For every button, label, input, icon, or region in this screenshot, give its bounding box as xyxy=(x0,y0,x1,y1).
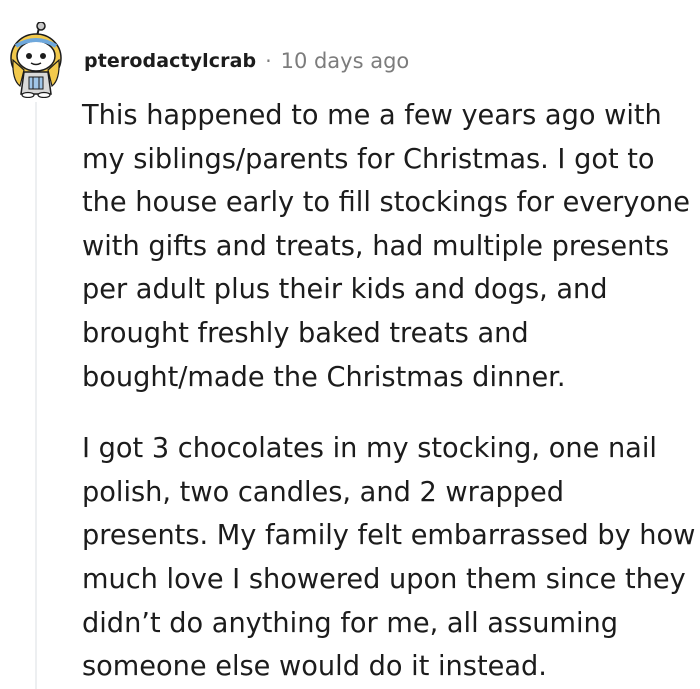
comment-line: with gifts and treats, had multiple pres… xyxy=(82,230,670,262)
comment-line: the house early to fill stockings for ev… xyxy=(82,187,690,219)
thread-collapse-line[interactable] xyxy=(35,102,37,689)
comment-line: my siblings/parents for Christmas. I got… xyxy=(82,143,655,175)
comment-body: This happened to me a few years ago with… xyxy=(82,94,696,689)
comment-header: pterodactylcrab · 10 days ago xyxy=(10,21,409,99)
comment-line: per adult plus their kids and dogs, and xyxy=(82,274,608,306)
comment-line: didn’t do anything for me, all assuming xyxy=(82,607,619,639)
comment-line: presents. My family felt embarrassed by … xyxy=(82,520,696,552)
comment-line: This happened to me a few years ago with xyxy=(82,100,662,131)
comment-line: someone else would do it instead. xyxy=(82,651,547,683)
comment-line: brought freshly baked treats and xyxy=(82,317,529,349)
username-link[interactable]: pterodactylcrab xyxy=(84,51,256,71)
meta-separator: · xyxy=(265,49,272,73)
comment-paragraph: I got 3 chocolates in my stocking, one n… xyxy=(82,427,696,689)
comment-line: polish, two candles, and 2 wrapped xyxy=(82,476,564,508)
avatar[interactable] xyxy=(10,21,64,99)
comment-line: bought/made the Christmas dinner. xyxy=(82,361,566,393)
comment-line: I got 3 chocolates in my stocking, one n… xyxy=(82,433,657,465)
comment-line: much love I showered upon them since the… xyxy=(82,563,686,595)
comment-paragraph: This happened to me a few years ago with… xyxy=(82,94,694,399)
reddit-snoo-avatar-icon xyxy=(10,21,62,99)
comment-meta: pterodactylcrab · 10 days ago xyxy=(84,49,409,72)
timestamp-link[interactable]: 10 days ago xyxy=(281,50,410,72)
